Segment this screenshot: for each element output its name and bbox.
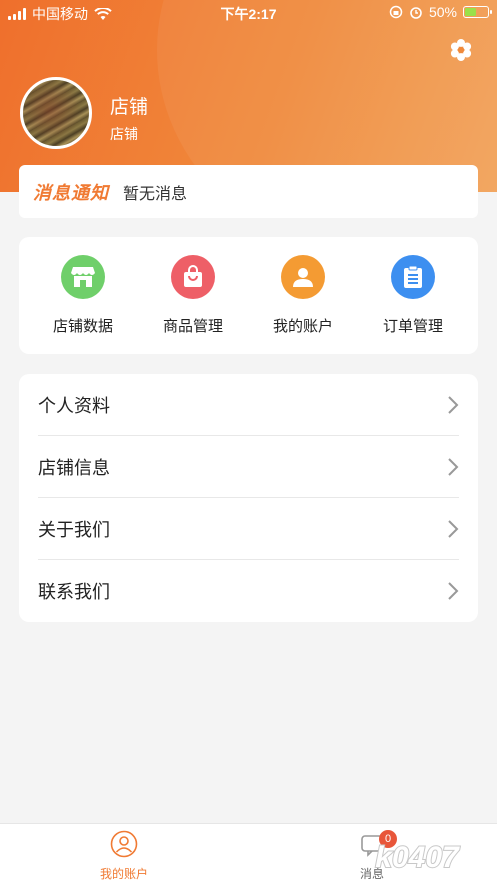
menu-item-label: 店铺信息 xyxy=(38,457,110,478)
menu-item-about[interactable]: 关于我们 xyxy=(38,498,459,560)
quick-action-label: 店铺数据 xyxy=(52,318,113,335)
menu-item-label: 联系我们 xyxy=(38,582,110,602)
chevron-right-icon xyxy=(448,457,459,476)
settings-menu: 个人资料 店铺信息 关于我们 联系我们 xyxy=(19,374,478,622)
notice-text: 暂无消息 xyxy=(123,185,188,203)
quick-action-label: 订单管理 xyxy=(382,318,443,335)
menu-item-profile[interactable]: 个人资料 xyxy=(38,374,459,436)
store-subtitle: 店铺 xyxy=(110,126,138,142)
user-circle-icon xyxy=(110,830,138,858)
chevron-right-icon xyxy=(448,582,459,600)
shopping-bag-icon xyxy=(171,255,215,299)
tab-my-account[interactable]: 我的账户 xyxy=(74,830,174,882)
lock-rotation-icon xyxy=(389,5,403,19)
quick-actions-card: 店铺数据 商品管理 我的账户 订单管理 xyxy=(19,237,478,354)
gear-icon xyxy=(450,39,472,61)
watermark-logo: k0407 xyxy=(374,840,461,875)
quick-action-orders[interactable]: 订单管理 xyxy=(368,255,458,336)
notice-title: 消息通知 xyxy=(33,182,109,203)
menu-item-label: 关于我们 xyxy=(38,519,110,540)
user-icon xyxy=(281,255,325,299)
alarm-icon xyxy=(410,7,422,19)
menu-item-store-info[interactable]: 店铺信息 xyxy=(38,436,459,498)
svg-text:k0407: k0407 xyxy=(375,841,460,874)
quick-action-label: 商品管理 xyxy=(162,318,223,335)
chevron-right-icon xyxy=(448,395,459,414)
tab-bar: 我的账户 0 消息 k0407 xyxy=(0,823,497,883)
clipboard-icon xyxy=(391,255,435,299)
status-bar: 中国移动 下午2:17 50% xyxy=(0,0,497,26)
quick-action-products[interactable]: 商品管理 xyxy=(148,255,238,336)
battery-percent: 50% xyxy=(428,4,457,20)
avatar[interactable] xyxy=(20,77,92,149)
menu-item-label: 个人资料 xyxy=(38,395,110,416)
battery-icon xyxy=(463,6,492,18)
menu-item-contact[interactable]: 联系我们 xyxy=(38,560,459,622)
quick-action-account[interactable]: 我的账户 xyxy=(258,255,348,336)
notice-bar[interactable]: 消息通知 暂无消息 xyxy=(19,165,478,218)
store-name: 店铺 xyxy=(110,97,149,118)
settings-button[interactable] xyxy=(449,38,473,62)
tab-label: 我的账户 xyxy=(99,867,148,881)
quick-action-store-data[interactable]: 店铺数据 xyxy=(38,255,128,336)
quick-action-label: 我的账户 xyxy=(272,318,333,335)
chevron-right-icon xyxy=(448,519,459,538)
store-icon xyxy=(61,255,105,299)
